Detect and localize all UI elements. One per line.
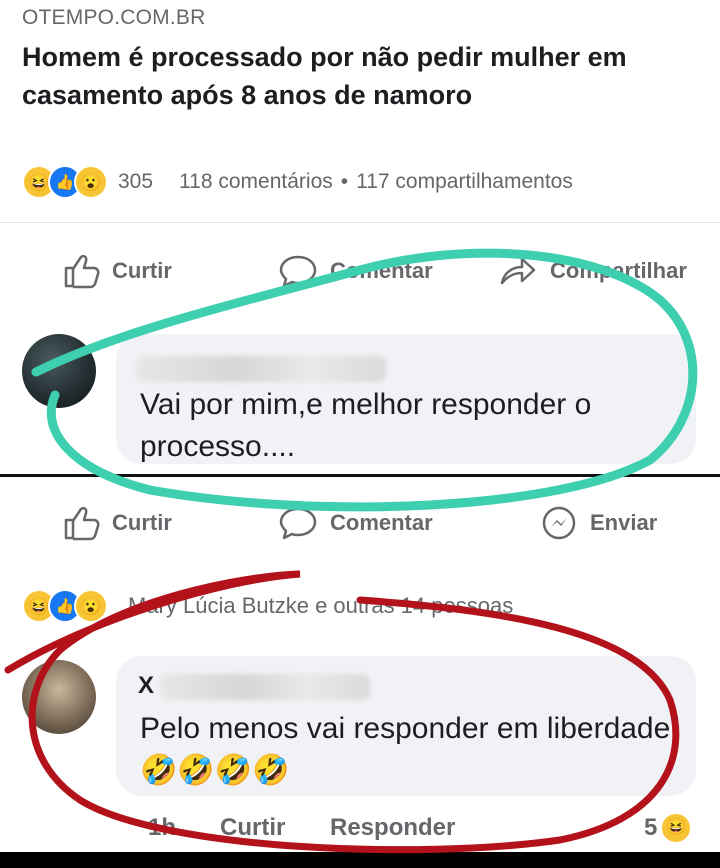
blurred-commenter-name[interactable] (160, 674, 370, 700)
send-button[interactable]: Enviar (540, 492, 657, 554)
reaction-icons: 😆 👍 😮 (22, 589, 108, 623)
comment-text: Pelo menos vai responder em liberdade! 🤣… (140, 712, 679, 787)
comment-button[interactable]: Comentar (278, 492, 433, 554)
reaction-count[interactable]: 305 (118, 170, 153, 194)
comment-text: Vai por mim,e melhor responder o process… (140, 388, 592, 463)
comment-time[interactable]: 1h (148, 814, 176, 842)
comment-bubble: X Pelo menos vai responder em liberdade!… (116, 656, 696, 796)
post-source[interactable]: OTEMPO.COM.BR (22, 6, 205, 30)
like-link[interactable]: Curtir (220, 814, 285, 842)
like-button[interactable]: Curtir (62, 240, 172, 302)
post-action-bar: Curtir Comentar Compartilhar (0, 240, 720, 302)
screen-bottom-bar (0, 852, 720, 868)
thumbs-up-icon (64, 254, 100, 289)
share-icon (500, 257, 536, 285)
comment-button[interactable]: Comentar (278, 240, 433, 302)
haha-icon: 😆 (660, 812, 692, 844)
send-label: Enviar (590, 510, 658, 535)
wow-icon: 😮 (74, 589, 108, 623)
share-button[interactable]: Compartilhar (498, 240, 687, 302)
reply-action-bar: 1h Curtir Responder 5 😆 (0, 806, 720, 854)
reply-link[interactable]: Responder (330, 814, 455, 842)
commenter-avatar[interactable] (22, 334, 96, 408)
like-button[interactable]: Curtir (62, 492, 172, 554)
reaction-icons[interactable]: 😆 👍 😮 (22, 165, 108, 199)
commenter-avatar[interactable] (22, 660, 96, 734)
share-label: Compartilhar (550, 258, 687, 283)
comment-label: Comentar (330, 258, 433, 283)
divider (0, 222, 720, 223)
thumbs-up-icon (64, 506, 100, 541)
blurred-commenter-name[interactable] (136, 356, 386, 382)
comment-label: Comentar (330, 510, 433, 535)
shares-count[interactable]: 117 compartilhamentos (356, 170, 573, 194)
comment-action-bar: Curtir Comentar Enviar (0, 492, 720, 554)
comment-reaction-count[interactable]: 5 (644, 814, 657, 842)
post-headline[interactable]: Homem é processado por não pedir mulher … (22, 38, 712, 114)
comment-icon (279, 255, 317, 288)
messenger-icon (542, 506, 576, 540)
comment-reactions-row[interactable]: 😆 👍 😮 Mary Lúcia Butzke e outras 14 pess… (22, 588, 513, 624)
comments-count[interactable]: 118 comentários (179, 170, 333, 194)
commenter-name-initial[interactable]: X (138, 672, 154, 700)
like-label: Curtir (112, 258, 172, 283)
comment-icon (279, 507, 317, 540)
wow-icon: 😮 (74, 165, 108, 199)
stats-separator: • (340, 170, 349, 193)
like-label: Curtir (112, 510, 172, 535)
reactors-names[interactable]: Mary Lúcia Butzke e outras 14 pessoas (128, 593, 513, 619)
comment-bubble: Vai por mim,e melhor responder o process… (116, 334, 696, 464)
post-stats: 😆 👍 😮 305 118 comentários • 117 comparti… (22, 165, 573, 199)
screenshot-separator (0, 474, 720, 477)
